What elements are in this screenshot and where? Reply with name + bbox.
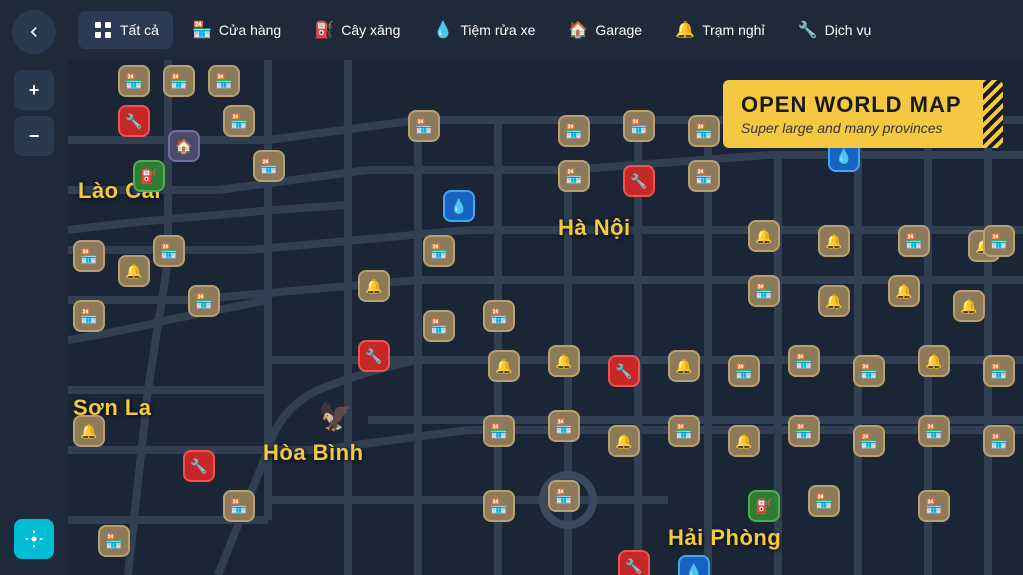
nav-item-gas[interactable]: ⛽ Cây xăng [299,11,414,49]
banner-title: OPEN WORLD MAP [741,92,985,118]
map-icon-shop[interactable]: 🏪 [728,355,760,387]
map-icon-shop[interactable]: 🏪 [423,235,455,267]
map-icon-wrench[interactable]: 🔧 [608,355,640,387]
map-icon-shop[interactable]: 🏪 [688,115,720,147]
map-icon-shop[interactable]: 🏪 [668,415,700,447]
map-area[interactable]: Lào Cai Hà Nội Sơn La Hòa Bình Hải Phòng… [68,60,1023,575]
map-icon-gas[interactable]: ⛽ [748,490,780,522]
map-icon-shop[interactable]: 🏪 [983,355,1015,387]
nav-item-carwash[interactable]: 💧 Tiệm rửa xe [418,11,549,49]
shop-icon: 🏪 [191,19,213,41]
map-icon-shop[interactable]: 🏪 [408,110,440,142]
nav-gas-label: Cây xăng [341,22,400,38]
map-icon-bell[interactable]: 🔔 [748,220,780,252]
map-icon-gas[interactable]: ⛽ [133,160,165,192]
garage-icon: 🏠 [567,19,589,41]
map-icon-shop[interactable]: 🏪 [253,150,285,182]
map-icon-shop[interactable]: 🏪 [788,345,820,377]
map-icon-bell[interactable]: 🔔 [608,425,640,457]
nav-item-shop[interactable]: 🏪 Cửa hàng [177,11,295,49]
gas-icon: ⛽ [313,19,335,41]
map-icon-shop[interactable]: 🏪 [788,415,820,447]
banner-subtitle: Super large and many provinces [741,120,985,136]
map-icon-shop[interactable]: 🏪 [73,240,105,272]
map-icon-bell[interactable]: 🔔 [953,290,985,322]
map-icon-shop[interactable]: 🏪 [808,485,840,517]
map-icon-shop[interactable]: 🏪 [983,425,1015,457]
nav-garage-label: Garage [595,22,642,38]
map-icon-shop[interactable]: 🏪 [983,225,1015,257]
nav-item-rest[interactable]: 🔔 Trạm nghỉ [660,11,779,49]
map-icon-bell[interactable]: 🔔 [818,285,850,317]
map-icon-bell[interactable]: 🔔 [488,350,520,382]
nav-item-service[interactable]: 🔧 Dịch vụ [783,11,886,49]
map-icon-shop[interactable]: 🏪 [483,490,515,522]
map-icon-shop[interactable]: 🏪 [73,300,105,332]
map-icon-shop[interactable]: 🏪 [918,415,950,447]
map-icon-shop[interactable]: 🏪 [898,225,930,257]
map-icon-shop[interactable]: 🏪 [558,160,590,192]
zoom-in-button[interactable]: + [14,70,54,110]
map-icon-shop[interactable]: 🏪 [853,355,885,387]
nav-carwash-label: Tiệm rửa xe [460,22,535,38]
nav-shop-label: Cửa hàng [219,22,281,38]
map-icon-shop[interactable]: 🏪 [483,415,515,447]
map-icon-water[interactable]: 💧 [678,555,710,575]
map-icon-shop[interactable]: 🏪 [208,65,240,97]
locate-button[interactable] [14,519,54,559]
map-icon-shop[interactable]: 🏪 [918,490,950,522]
map-icon-shop[interactable]: 🏪 [163,65,195,97]
water-drop-icon: 💧 [432,19,454,41]
nav-item-garage[interactable]: 🏠 Garage [553,11,656,49]
top-navigation: Tất cả 🏪 Cửa hàng ⛽ Cây xăng 💧 Tiệm rửa … [68,0,1023,60]
map-icon-bell[interactable]: 🔔 [728,425,760,457]
map-icon-shop[interactable]: 🏪 [483,300,515,332]
map-icon-bell[interactable]: 🔔 [888,275,920,307]
map-icon-bell[interactable]: 🔔 [73,415,105,447]
map-icon-bell[interactable]: 🔔 [118,255,150,287]
bell-icon: 🔔 [674,19,696,41]
map-icon-shop[interactable]: 🏪 [623,110,655,142]
map-icon-shop[interactable]: 🏪 [118,65,150,97]
map-icon-bell[interactable]: 🔔 [358,270,390,302]
map-icon-shop[interactable]: 🏪 [853,425,885,457]
map-icon-wrench[interactable]: 🔧 [623,165,655,197]
map-icon-shop[interactable]: 🏪 [188,285,220,317]
map-icon-wrench[interactable]: 🔧 [183,450,215,482]
map-icon-shop[interactable]: 🏪 [558,115,590,147]
map-icon-wrench[interactable]: 🔧 [358,340,390,372]
map-icon-shop[interactable]: 🏪 [98,525,130,557]
info-banner: OPEN WORLD MAP Super large and many prov… [723,80,1003,148]
map-icon-shop[interactable]: 🏪 [423,310,455,342]
nav-all-label: Tất cả [120,22,159,38]
map-icon-water[interactable]: 💧 [443,190,475,222]
map-icon-shop[interactable]: 🏪 [688,160,720,192]
map-icon-bell[interactable]: 🔔 [668,350,700,382]
grid-icon [92,19,114,41]
map-icon-shop[interactable]: 🏪 [748,275,780,307]
back-button[interactable] [12,10,56,54]
zoom-out-button[interactable]: − [14,116,54,156]
banner-stripes [983,80,1003,148]
nav-service-label: Dịch vụ [825,22,872,38]
map-icon-shop[interactable]: 🏪 [223,105,255,137]
map-icon-bell[interactable]: 🔔 [818,225,850,257]
map-icon-home[interactable]: 🏠 [168,130,200,162]
map-icon-shop[interactable]: 🏪 [548,410,580,442]
map-icon-shop[interactable]: 🏪 [223,490,255,522]
wrench-icon: 🔧 [797,19,819,41]
nav-rest-label: Trạm nghỉ [702,22,765,38]
map-icon-shop[interactable]: 🏪 [548,480,580,512]
map-icon-bell[interactable]: 🔔 [918,345,950,377]
sidebar: + − [0,0,68,575]
map-icon-bell[interactable]: 🔔 [548,345,580,377]
map-icon-wrench[interactable]: 🔧 [118,105,150,137]
nav-item-all[interactable]: Tất cả [78,11,173,49]
map-icon-wrench[interactable]: 🔧 [618,550,650,575]
map-icon-shop[interactable]: 🏪 [153,235,185,267]
